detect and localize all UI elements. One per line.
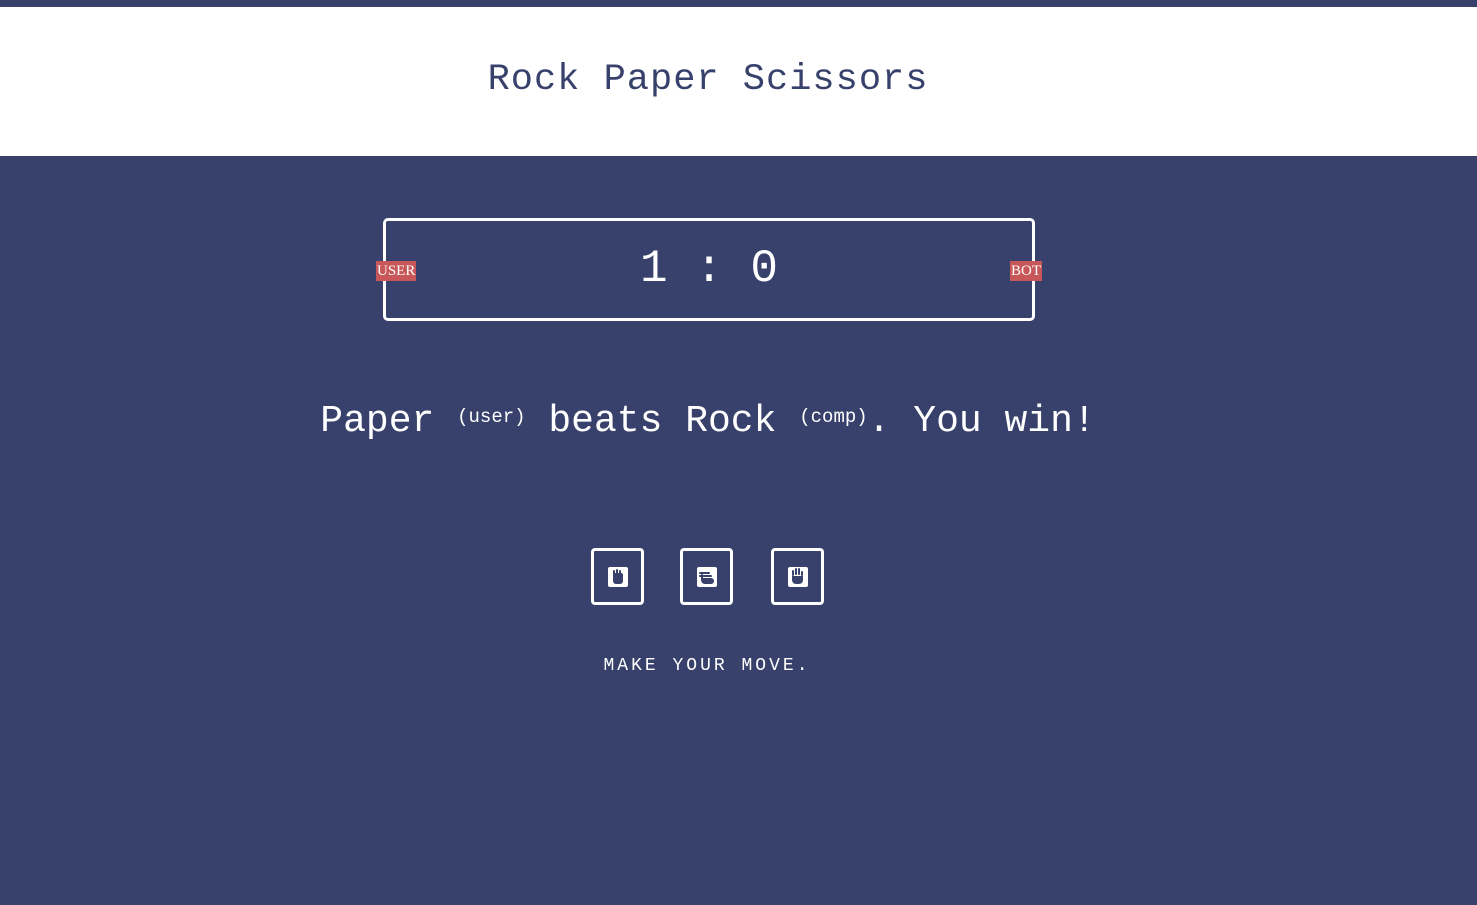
result-comp-choice: Rock: [685, 400, 777, 443]
header: Rock Paper Scissors: [0, 7, 1477, 156]
user-badge: USER: [376, 261, 417, 281]
user-score: 1: [639, 243, 668, 295]
scissors-button[interactable]: [771, 548, 824, 605]
bot-score: 0: [750, 243, 779, 295]
bot-badge: BOT: [1010, 261, 1042, 281]
result-verb: beats: [548, 400, 663, 443]
score-separator: :: [695, 243, 723, 295]
page-title: Rock Paper Scissors: [487, 59, 929, 101]
open-hand-icon: [788, 567, 808, 587]
result-comp-tag: (comp): [799, 406, 868, 428]
result-user-choice: Paper: [320, 400, 435, 443]
paper-button[interactable]: [680, 548, 733, 605]
instruction-text: MAKE YOUR MOVE.: [603, 656, 811, 676]
flat-hand-icon: [697, 567, 717, 587]
choices-row: [0, 548, 1477, 605]
top-strip: [0, 0, 1477, 7]
scoreboard: 1 : 0 USER BOT: [376, 218, 1042, 321]
result-user-tag: (user): [457, 406, 526, 428]
rock-button[interactable]: [591, 548, 644, 605]
result-outcome: . You win!: [867, 400, 1096, 443]
fist-icon: [608, 567, 628, 587]
result-message: Paper (user) beats Rock (comp). You win!: [0, 400, 1416, 443]
score-display: 1 : 0: [386, 243, 1032, 295]
